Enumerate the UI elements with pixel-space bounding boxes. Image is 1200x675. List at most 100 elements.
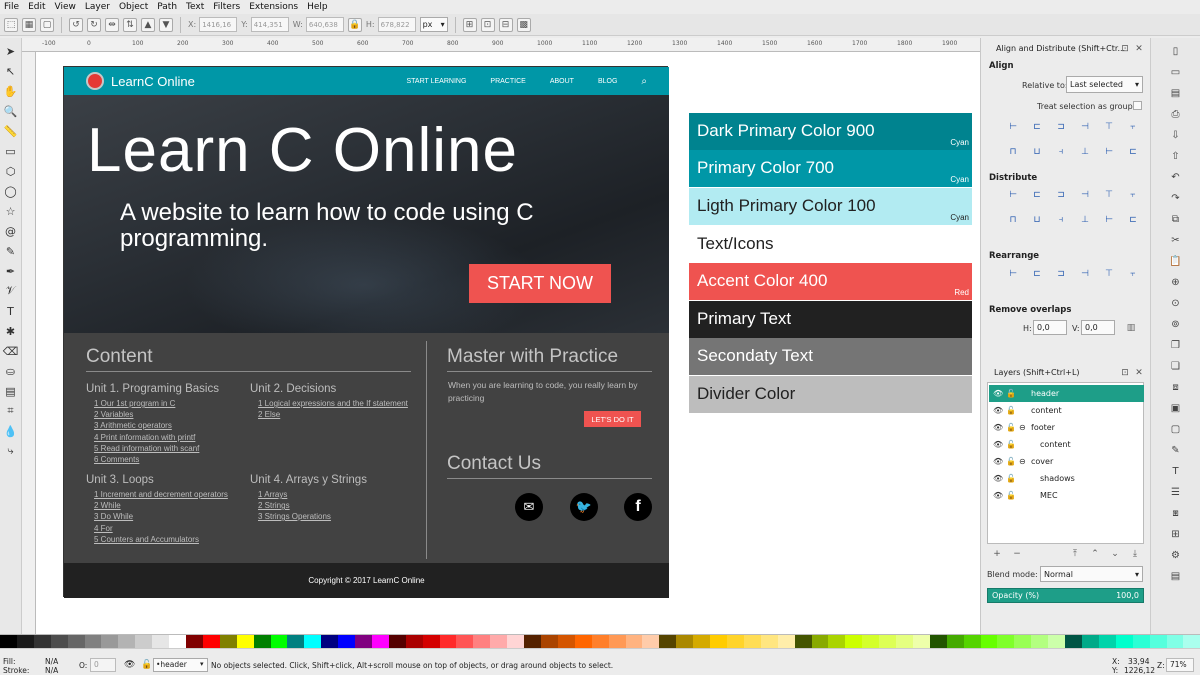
color-swatch[interactable]: Primary Text: [689, 301, 972, 338]
mesh-tool-icon[interactable]: ⌗: [4, 404, 18, 418]
align-icon[interactable]: ⊐: [1054, 120, 1068, 134]
lesson-link[interactable]: 1 Arrays: [258, 490, 287, 499]
opacity-slider[interactable]: Opacity (%) 100,0: [987, 588, 1144, 603]
distribute-icon[interactable]: ⊣: [1078, 188, 1092, 202]
distribute-icon[interactable]: ⊐: [1054, 188, 1068, 202]
star-tool-icon[interactable]: ☆: [4, 204, 18, 218]
import-icon[interactable]: ⇩: [1169, 128, 1183, 142]
layer-row[interactable]: 👁 🔓 header: [989, 385, 1144, 402]
color-swatch[interactable]: Secondaty Text: [689, 338, 972, 375]
palette-swatch[interactable]: [642, 635, 660, 649]
start-now-button[interactable]: START NOW: [469, 264, 611, 303]
pencil-tool-icon[interactable]: ✎: [4, 244, 18, 258]
lesson-link[interactable]: 2 Strings: [258, 501, 290, 510]
flip-vertical-icon[interactable]: ⇅: [123, 17, 137, 32]
remove-overlaps-icon[interactable]: ▥: [1124, 321, 1138, 335]
palette-swatch[interactable]: [557, 635, 575, 649]
align-icon[interactable]: ⊏: [1030, 120, 1044, 134]
distribute-icon[interactable]: ⊓: [1006, 213, 1020, 227]
palette-swatch[interactable]: [135, 635, 153, 649]
lock-icon[interactable]: 🔒: [347, 17, 362, 32]
lock-icon[interactable]: 🔓: [1006, 457, 1016, 466]
rectangle-tool-icon[interactable]: ▭: [4, 144, 18, 158]
palette-swatch[interactable]: [1031, 635, 1049, 649]
relative-to-select[interactable]: Last selected ▾: [1066, 76, 1143, 93]
lesson-link[interactable]: 4 For: [94, 524, 113, 533]
lock-icon[interactable]: 🔓: [1006, 406, 1016, 415]
ellipse-tool-icon[interactable]: ◯: [4, 184, 18, 198]
palette-swatch[interactable]: [1065, 635, 1082, 649]
collapse-icon[interactable]: ⊖: [1019, 423, 1026, 432]
unit-select[interactable]: px ▾: [419, 17, 448, 32]
document-properties-icon[interactable]: ▤: [1169, 569, 1183, 583]
mockup-content[interactable]: Content Unit 1. Programing Basics 1 Our …: [64, 333, 669, 563]
layers-list[interactable]: 👁 🔓 header 👁 🔓 content 👁 🔓 ⊖ footer 👁 🔓 content 👁…: [987, 382, 1144, 544]
color-swatch[interactable]: Divider Color: [689, 376, 972, 413]
palette-swatch[interactable]: [1082, 635, 1099, 649]
eye-icon[interactable]: 👁: [993, 389, 1003, 398]
palette-swatch[interactable]: [777, 635, 795, 649]
connector-tool-icon[interactable]: ⤷: [4, 444, 18, 458]
align-icon[interactable]: ⊔: [1030, 145, 1044, 159]
rearrange-icon[interactable]: ⊢: [1006, 267, 1020, 281]
text-font-icon[interactable]: T: [1169, 464, 1183, 478]
treat-as-group-checkbox[interactable]: [1133, 101, 1142, 110]
color-swatch[interactable]: Dark Primary Color 900 Cyan: [689, 113, 972, 150]
palette-swatch[interactable]: [185, 635, 203, 649]
panel-menu-icon[interactable]: ⊡: [1118, 366, 1132, 380]
lesson-link[interactable]: 2 Else: [258, 410, 280, 419]
align-icon[interactable]: ⫟: [1126, 120, 1140, 134]
palette-swatch[interactable]: [50, 635, 68, 649]
layers-icon[interactable]: ☰: [1169, 485, 1183, 499]
align-icon[interactable]: ⊤: [1102, 120, 1116, 134]
collapse-icon[interactable]: ⊖: [1019, 457, 1026, 466]
palette-swatch[interactable]: [490, 635, 508, 649]
rotate-ccw-icon[interactable]: ↺: [69, 17, 83, 32]
palette-swatch[interactable]: [16, 635, 34, 649]
palette-swatch[interactable]: [338, 635, 356, 649]
eye-icon[interactable]: 👁: [993, 440, 1003, 449]
palette-swatch[interactable]: [1149, 635, 1167, 649]
color-swatch[interactable]: Primary Color 700 Cyan: [689, 150, 972, 187]
palette-swatch[interactable]: [794, 635, 812, 649]
undo-icon[interactable]: ↶: [1169, 170, 1183, 184]
palette-swatch[interactable]: [507, 635, 525, 649]
mockup-header[interactable]: LearnC Online START LEARNING PRACTICE AB…: [64, 67, 669, 95]
palette-swatch[interactable]: [710, 635, 727, 649]
visibility-icon[interactable]: 👁: [124, 660, 135, 670]
fill-value[interactable]: N/A: [45, 657, 58, 666]
palette-swatch[interactable]: [422, 635, 440, 649]
palette-swatch[interactable]: [253, 635, 271, 649]
palette-swatch[interactable]: [1048, 635, 1066, 649]
color-swatch[interactable]: Ligth Primary Color 100 Cyan: [689, 188, 972, 225]
distribute-icon[interactable]: ⊤: [1102, 188, 1116, 202]
lower-icon[interactable]: ▼: [159, 17, 173, 32]
align-icon[interactable]: ⊥: [1078, 145, 1092, 159]
group-icon[interactable]: ▣: [1169, 401, 1183, 415]
palette-swatch[interactable]: [980, 635, 998, 649]
palette-swatch[interactable]: [118, 635, 136, 649]
lesson-link[interactable]: 3 Do While: [94, 512, 133, 521]
gradient-tool-icon[interactable]: ▤: [4, 384, 18, 398]
palette-swatch[interactable]: [84, 635, 102, 649]
remove-layer-icon[interactable]: −: [1010, 547, 1024, 561]
3d-box-tool-icon[interactable]: ⬡: [4, 164, 18, 178]
add-layer-icon[interactable]: +: [990, 547, 1004, 561]
calligraphy-tool-icon[interactable]: 𝒱: [4, 284, 18, 298]
layer-row[interactable]: 👁 🔓 shadows: [989, 470, 1144, 487]
eye-icon[interactable]: 👁: [993, 474, 1003, 483]
palette-swatch[interactable]: [321, 635, 339, 649]
palette-swatch[interactable]: [304, 635, 322, 649]
lesson-link[interactable]: 3 Arithmetic operators: [94, 421, 172, 430]
palette-swatch[interactable]: [879, 635, 897, 649]
palette-swatch[interactable]: [608, 635, 626, 649]
zoom-selection-icon[interactable]: ⊕: [1169, 275, 1183, 289]
move-gradients-icon[interactable]: ⊟: [498, 17, 513, 32]
lesson-link[interactable]: 5 Read information with scanf: [94, 444, 199, 453]
palette-swatch[interactable]: [743, 635, 761, 649]
save-icon[interactable]: ▤: [1169, 86, 1183, 100]
pen-tool-icon[interactable]: ✒: [4, 264, 18, 278]
distribute-icon[interactable]: ⊔: [1030, 213, 1044, 227]
fill-stroke-icon[interactable]: ✎: [1169, 443, 1183, 457]
palette-swatch[interactable]: [574, 635, 592, 649]
